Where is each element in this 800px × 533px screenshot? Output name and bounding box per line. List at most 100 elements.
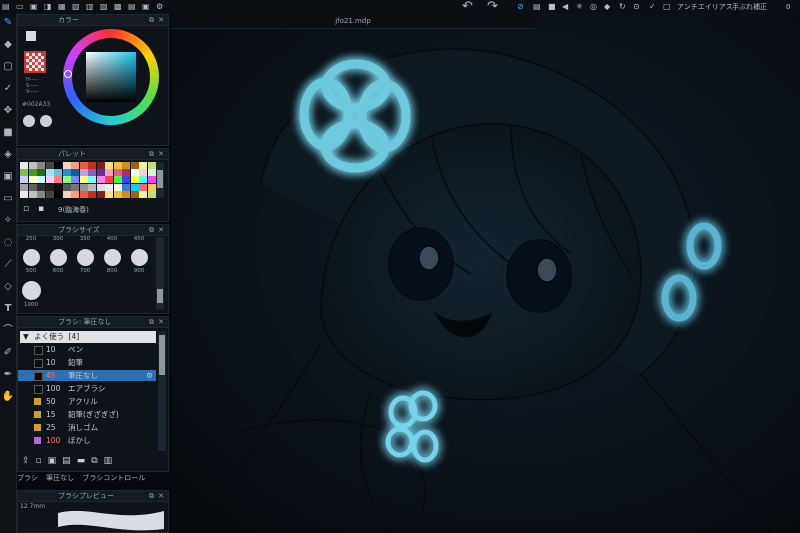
brush-item[interactable]: 50 アクリル [18, 396, 154, 407]
brush-item[interactable]: 10 ペン [18, 344, 154, 355]
detach-icon[interactable]: ⧉ [149, 15, 154, 25]
palette-swatch[interactable] [37, 162, 45, 169]
close-icon[interactable]: ✕ [158, 225, 164, 235]
brush-item[interactable]: 25 消しゴム [18, 422, 154, 433]
palette-swatch[interactable] [20, 162, 28, 169]
palette-swatch[interactable] [62, 169, 71, 177]
folder-icon[interactable]: ▬ [77, 456, 92, 466]
shape-icon[interactable]: ▭ [1, 192, 15, 206]
palette-swatch[interactable] [71, 183, 79, 191]
trash-icon[interactable]: ▥ [104, 456, 119, 466]
select-rect-icon[interactable]: ▢ [1, 60, 15, 74]
palette-swatch[interactable] [54, 176, 62, 184]
upload-icon[interactable]: ⇪ [22, 456, 36, 466]
copy-brush-icon[interactable]: ▣ [48, 456, 63, 466]
tab-pressure[interactable]: 筆圧なし [46, 474, 74, 482]
palette-swatch[interactable] [20, 169, 28, 177]
delete-palette-icon[interactable]: ▪ [38, 204, 44, 214]
palette-swatch[interactable] [28, 176, 37, 184]
palette-swatch[interactable] [62, 162, 71, 169]
palette-swatch[interactable] [105, 183, 113, 191]
zoom-icon[interactable]: ■ [1, 126, 15, 140]
select-pen-icon[interactable]: ◌ [1, 236, 15, 250]
redo-icon[interactable]: ↷ [487, 0, 498, 14]
antialias-label[interactable]: アンチエイリアス [677, 0, 733, 14]
palette-swatch[interactable] [71, 190, 79, 198]
color-mode-icon[interactable] [23, 115, 35, 127]
palette-swatch[interactable] [130, 162, 139, 169]
undo-icon[interactable]: ↶ [462, 0, 473, 14]
palette-swatch[interactable] [88, 176, 96, 184]
circles-icon[interactable]: ◎ [590, 0, 597, 14]
help-icon[interactable]: ▣ [142, 0, 150, 14]
size-600[interactable] [50, 249, 67, 266]
palette-swatch[interactable] [139, 169, 147, 177]
triangle-left-icon[interactable]: ◀ [562, 0, 568, 14]
palette-swatch[interactable] [37, 183, 45, 191]
new-palette-icon[interactable]: ▫ [23, 204, 29, 214]
palette-swatch[interactable] [96, 169, 105, 177]
size-900[interactable] [131, 249, 148, 266]
palette-swatch[interactable] [79, 169, 88, 177]
palette-swatch[interactable] [147, 169, 156, 177]
detach-icon[interactable]: ⧉ [149, 317, 154, 327]
layers-icon[interactable]: ▦ [58, 0, 66, 14]
palette-swatch[interactable] [28, 183, 37, 191]
gradient-icon[interactable]: ▣ [1, 170, 15, 184]
detach-icon[interactable]: ⧉ [149, 491, 154, 501]
radial-icon[interactable]: ✳ [576, 0, 583, 14]
color-mix-icon[interactable] [40, 115, 52, 127]
palette-swatch[interactable] [71, 176, 79, 184]
duplicate-icon[interactable]: ⧉ [91, 456, 103, 466]
palette-swatch[interactable] [88, 162, 96, 169]
palette-swatch[interactable] [20, 190, 28, 198]
tab-brush[interactable]: ブラシ [17, 474, 38, 482]
palette-swatch[interactable] [130, 176, 139, 184]
palette-swatch[interactable] [28, 190, 37, 198]
size-700[interactable] [77, 249, 94, 266]
move-icon[interactable]: ✥ [1, 104, 15, 118]
palette-swatch[interactable] [122, 183, 130, 191]
palette-swatch[interactable] [88, 169, 96, 177]
selection-eraser-icon[interactable]: ⟋ [1, 258, 15, 272]
eyedropper-icon[interactable]: ✐ [1, 346, 15, 360]
palette-swatch[interactable] [54, 190, 62, 198]
palette-swatch[interactable] [139, 162, 147, 169]
palette-swatch[interactable] [62, 183, 71, 191]
flip-icon[interactable]: ▨ [100, 0, 108, 14]
lasso-icon[interactable]: ✓ [1, 82, 15, 96]
palette-swatch[interactable] [105, 169, 113, 177]
palette-swatch[interactable] [71, 162, 79, 169]
collapse-icon[interactable]: ▼ [23, 332, 29, 341]
target-icon[interactable]: ⊙ [633, 0, 640, 14]
palette-swatch[interactable] [105, 176, 113, 184]
palette-swatch[interactable] [37, 169, 45, 177]
stripe-icon[interactable]: ▤ [533, 0, 541, 14]
file-tab[interactable]: jfo21.mdp [171, 14, 535, 29]
palette-swatch[interactable] [122, 190, 130, 198]
checkmark-icon[interactable]: ✓ [649, 0, 656, 14]
brush-item[interactable]: 10 鉛筆 [18, 357, 154, 368]
palette-swatch[interactable] [113, 169, 122, 177]
correction-value[interactable]: 0 [786, 0, 790, 14]
import-icon[interactable]: ▤ [62, 456, 77, 466]
fill-icon[interactable]: ◇ [1, 280, 15, 294]
open-file-icon[interactable]: ▭ [16, 0, 24, 14]
detach-icon[interactable]: ⧉ [149, 149, 154, 159]
palette-swatch[interactable] [45, 176, 54, 184]
palette-swatch[interactable] [147, 190, 156, 198]
divide-icon[interactable]: ⌒ [1, 324, 15, 338]
palette-swatch[interactable] [79, 183, 88, 191]
brush-item[interactable]: 15 鉛筆(ぎざぎざ) [18, 409, 154, 420]
save-icon[interactable]: ▣ [30, 0, 38, 14]
palette-swatch[interactable] [105, 162, 113, 169]
palette-swatch[interactable] [113, 190, 122, 198]
box-icon[interactable]: ▢ [663, 0, 671, 14]
gear-icon[interactable]: ⚙ [156, 0, 163, 14]
new-brush-icon[interactable]: ▫ [36, 456, 48, 466]
palette-swatch[interactable] [20, 176, 28, 184]
palette-swatch[interactable] [45, 169, 54, 177]
hue-wheel[interactable] [63, 29, 159, 125]
close-icon[interactable]: ✕ [158, 15, 164, 25]
palette-grid[interactable] [20, 162, 156, 198]
